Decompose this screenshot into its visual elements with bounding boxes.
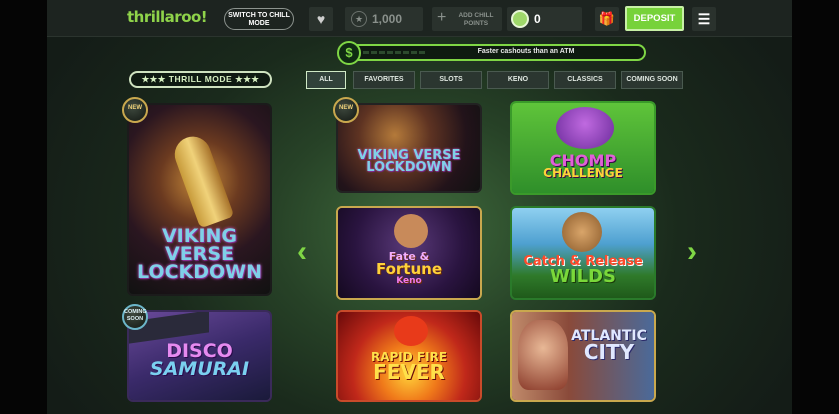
chevron-right-icon[interactable]: › <box>683 237 701 268</box>
game-title-line2: LOCKDOWN <box>366 160 452 176</box>
woman-icon <box>518 320 568 390</box>
tab-all[interactable]: ALL <box>306 71 346 89</box>
game-tile-rapid-fire-fever[interactable]: RAPID FIRE FEVER <box>336 310 482 402</box>
add-chill-points-label: ADD CHILL POINTS <box>458 12 494 27</box>
fireball-icon <box>394 316 428 346</box>
menu-icon[interactable]: ☰ <box>692 7 716 31</box>
dollar-icon: $ <box>337 41 361 65</box>
star-coin-icon: ★ <box>351 11 367 27</box>
coming-soon-badge: COMING SOON <box>122 304 148 330</box>
thrill-mode-label: ★★★ THRILL MODE ★★★ <box>129 71 272 88</box>
tab-coming-soon[interactable]: COMING SOON <box>621 71 683 89</box>
heart-icon[interactable]: ♥ <box>309 7 333 31</box>
right-margin <box>792 0 839 414</box>
tab-slots[interactable]: SLOTS <box>420 71 482 89</box>
game-title-line2: LOCKDOWN <box>136 261 263 284</box>
chevron-left-icon[interactable]: ‹ <box>293 237 311 268</box>
lobby-stage: thrillaroo! SWITCH TO CHILL MODE ♥ ★ 1,0… <box>47 0 792 414</box>
progress-stripes <box>363 51 427 54</box>
sweeps-balance[interactable]: 0 <box>507 7 582 31</box>
game-tile-fate-fortune-keno[interactable]: Fate & Fortune Keno <box>336 206 482 300</box>
add-chill-points-button[interactable]: + ADD CHILL POINTS <box>432 7 502 31</box>
game-title-line2: CITY <box>583 340 635 365</box>
coin-balance[interactable]: ★ 1,000 <box>345 7 423 31</box>
coin-balance-value: 1,000 <box>372 12 403 26</box>
coin-icon <box>511 10 529 28</box>
tab-keno[interactable]: KENO <box>487 71 549 89</box>
game-title-line2: WILDS <box>550 266 616 288</box>
promo-text: Faster cashouts than an ATM <box>477 48 575 55</box>
tab-classics[interactable]: CLASSICS <box>554 71 616 89</box>
game-tile-chomp-challenge[interactable]: CHOMP CHALLENGE <box>510 101 656 195</box>
game-title-line1: VIKING VERSE <box>161 225 238 266</box>
gift-icon[interactable]: 🎁 <box>595 7 619 31</box>
new-badge: NEW <box>122 97 148 123</box>
game-tile-disco-samurai[interactable]: DISCO SAMURAI <box>127 310 272 402</box>
deposit-button[interactable]: DEPOSIT <box>625 6 684 31</box>
fisherman-icon <box>562 212 602 252</box>
monster-icon <box>556 107 614 149</box>
logo[interactable]: thrillaroo! <box>127 8 208 26</box>
game-title-line3: Keno <box>396 275 422 286</box>
top-bar: thrillaroo! SWITCH TO CHILL MODE ♥ ★ 1,0… <box>47 0 792 37</box>
game-title-line2: CHALLENGE <box>543 166 623 181</box>
game-tile-atlantic-city[interactable]: ATLANTIC CITY <box>510 310 656 402</box>
switch-chill-mode-button[interactable]: SWITCH TO CHILL MODE <box>224 8 294 30</box>
tab-favorites[interactable]: FAVORITES <box>353 71 415 89</box>
sweeps-balance-value: 0 <box>534 12 541 26</box>
game-tile-viking-verse-featured[interactable]: VIKING VERSE LOCKDOWN <box>127 103 272 296</box>
game-tile-catch-release-wilds[interactable]: Catch & Release WILDS <box>510 206 656 300</box>
promo-banner[interactable]: $ Faster cashouts than an ATM <box>337 41 646 65</box>
game-title-line2: FEVER <box>373 360 445 385</box>
plus-icon: + <box>437 9 447 26</box>
character-icon <box>394 214 428 248</box>
game-title-line2: Fortune <box>375 260 443 279</box>
game-title-line2: SAMURAI <box>149 358 250 381</box>
new-badge: NEW <box>333 97 359 123</box>
game-tile-viking-verse[interactable]: VIKING VERSE LOCKDOWN <box>336 103 482 193</box>
left-margin <box>0 0 47 414</box>
